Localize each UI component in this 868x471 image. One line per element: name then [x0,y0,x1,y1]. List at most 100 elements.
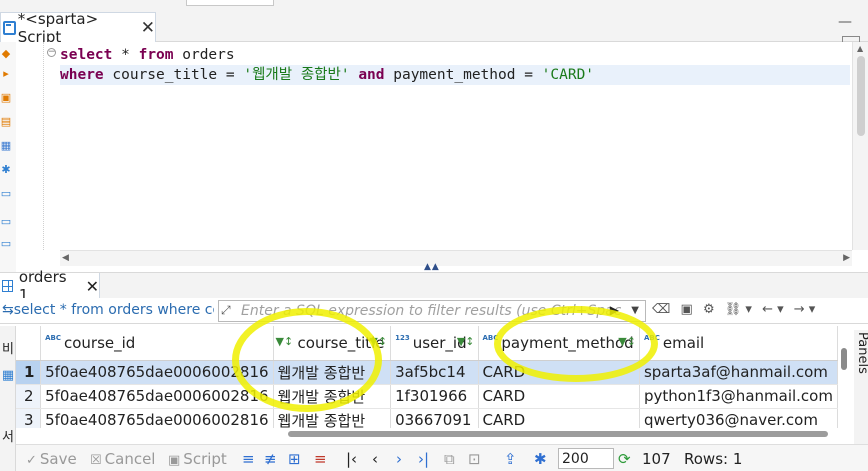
row-number[interactable]: 2 [16,384,42,409]
column-name: email [662,333,705,352]
clear-filter-icon[interactable]: ⌫ [652,302,670,317]
close-icon[interactable]: ✕ [141,18,155,38]
cell[interactable]: 웹개발 종합반 [273,360,392,385]
layout-icon[interactable]: ⊡ [468,450,481,468]
grid-vertical-scrollbar[interactable] [838,344,850,372]
history-icon[interactable]: ▭ [0,238,12,250]
filter-history-dropdown-icon[interactable]: ▼ [631,305,639,316]
script-button[interactable]: ▣ Script [168,450,227,468]
query-text[interactable]: ⇆select * from orders where co [2,302,214,318]
sort-filter-icon[interactable]: ▼↕ [276,335,294,348]
save-button[interactable]: ✓ Save [26,450,77,468]
table-row[interactable]: 3 5f0ae408765dae0006002816 웹개발 종합반 03667… [16,408,838,428]
apply-filter-icon[interactable]: ▶ [610,303,619,317]
grid-horizontal-scrollbar[interactable] [288,428,828,440]
sql-editor[interactable]: − select * from orders where course_titl… [16,42,868,266]
minimize-icon[interactable]: — [838,14,852,30]
column-header-course-title[interactable]: ▼↕ course_title ▼↕ [273,326,392,361]
rows-count: Rows: 1 [684,450,743,468]
panels-tab[interactable]: Panels [855,332,868,374]
cell[interactable]: 1f301966 [390,384,479,409]
filter-expand-icon[interactable]: ⤢ [221,303,231,318]
copy-row-icon[interactable]: ⊞ [288,450,301,468]
execute-icon[interactable]: ◆ [0,48,12,60]
scroll-thumb[interactable] [288,431,828,437]
cell[interactable]: 3af5bc14 [390,360,479,385]
sidebar-item-grid-label[interactable]: 비 [0,338,16,357]
refresh-icon[interactable]: ⟳ [618,450,631,468]
cell[interactable]: CARD [478,408,640,428]
editor-vertical-scrollbar[interactable]: ▲ [852,42,868,250]
scroll-left-icon[interactable]: ◀ [62,253,69,263]
save-filter-icon[interactable]: ▣ [681,302,693,317]
code-line-1[interactable]: select * from orders [60,45,850,65]
edit-row-icon[interactable]: ≡ [242,450,255,468]
query-icon: ⇆ [2,302,14,318]
link-icon[interactable]: ⛓ ▾ [725,302,752,317]
cell[interactable]: CARD [478,360,640,385]
execute-statement-icon[interactable]: ▸ [0,68,12,80]
cell[interactable]: 03667091 [390,408,479,428]
load-plan-icon[interactable]: ▦ [0,140,12,152]
toolbar-combo[interactable] [186,0,274,6]
nav-next-icon[interactable]: › [396,450,402,468]
export-icon[interactable]: ⇪ [504,450,517,468]
row-number[interactable]: 1 [16,360,42,385]
results-grid[interactable]: ABC course_id ▼↕ course_title ▼↕ 123 user_id… [16,326,838,428]
table-row[interactable]: 2 5f0ae408765dae0006002816 웹개발 종합반 1f301… [16,384,838,409]
tab-orders-1[interactable]: orders 1 ✕ [0,268,100,304]
execute-script-icon[interactable]: ▣ [0,92,12,104]
forward-icon[interactable]: → ▾ [794,302,816,317]
fetch-size-input[interactable] [558,448,614,469]
scroll-thumb[interactable] [841,348,847,370]
grid-view-icon[interactable]: ▦ [0,368,16,383]
explain-plan-icon[interactable]: ▤ [0,116,12,128]
filter-input[interactable] [241,302,621,320]
cell[interactable]: CARD [478,384,640,409]
fetch-settings-icon[interactable]: ✱ [534,450,547,468]
add-row-icon[interactable]: ≢ [264,450,277,468]
back-icon[interactable]: ← ▾ [762,302,784,317]
scroll-right-icon[interactable]: ▶ [843,253,850,263]
cell[interactable]: 웹개발 종합반 [273,384,392,409]
results-left-sidebar: 비 ▦ 서 [0,326,16,471]
cancel-button[interactable]: ☒ Cancel [90,450,155,468]
panel-splitter-icon[interactable]: ▲▲ [424,262,440,272]
fold-icon[interactable]: − [47,48,56,57]
column-header-course-id[interactable]: ABC course_id [40,326,274,361]
nav-last-icon[interactable]: ›| [418,450,429,468]
format-icon[interactable]: ▭ [0,216,12,228]
column-header-user-id[interactable]: 123 user_id ▼↕ [390,326,479,361]
delete-row-icon[interactable]: ≡ [314,450,327,468]
close-icon[interactable]: ✕ [86,277,99,296]
tab-sparta-script[interactable]: *<sparta> Script ✕ [0,10,156,46]
cell[interactable]: python1f3@hanmail.com [639,384,838,409]
export-icon[interactable]: ▭ [0,188,12,200]
sort-filter-icon[interactable]: ▼↕ [457,335,475,348]
filter-settings-icon[interactable]: ⚙ [703,302,715,317]
keyword: and [358,67,385,83]
cell[interactable]: sparta3af@hanmail.com [639,360,838,385]
editor-horizontal-scrollbar[interactable]: ◀ ▶ [60,250,852,266]
cell[interactable]: qwerty036@naver.com [639,408,838,428]
sort-filter-icon[interactable]: ▼↕ [369,335,387,348]
pin-icon[interactable]: ⧉ [444,450,455,468]
scroll-up-icon[interactable]: ▲ [857,44,863,53]
nav-first-icon[interactable]: |‹ [346,450,357,468]
column-header-payment-method[interactable]: ABC payment_method ▼↕ [478,326,640,361]
cell[interactable]: 5f0ae408765dae0006002816 [40,384,274,409]
cell[interactable]: 웹개발 종합반 [273,408,392,428]
sidebar-item-text-label[interactable]: 서 [0,426,16,445]
code-line-2[interactable]: where course_title = '웹개발 종합반' and payme… [60,65,850,85]
settings-icon[interactable]: ✱ [0,164,12,176]
results-table: ABC course_id ▼↕ course_title ▼↕ 123 user_id… [16,326,838,428]
cell[interactable]: 5f0ae408765dae0006002816 [40,360,274,385]
scroll-thumb[interactable] [857,56,865,136]
cell[interactable]: 5f0ae408765dae0006002816 [40,408,274,428]
filter-field[interactable]: ⤢ ▶ ▼ [218,300,646,322]
column-header-email[interactable]: ABC email [639,326,838,361]
nav-prev-icon[interactable]: ‹ [372,450,378,468]
sort-filter-icon[interactable]: ▼↕ [618,335,636,348]
table-row[interactable]: 1 5f0ae408765dae0006002816 웹개발 종합반 3af5b… [16,360,838,385]
row-number[interactable]: 3 [16,408,42,428]
